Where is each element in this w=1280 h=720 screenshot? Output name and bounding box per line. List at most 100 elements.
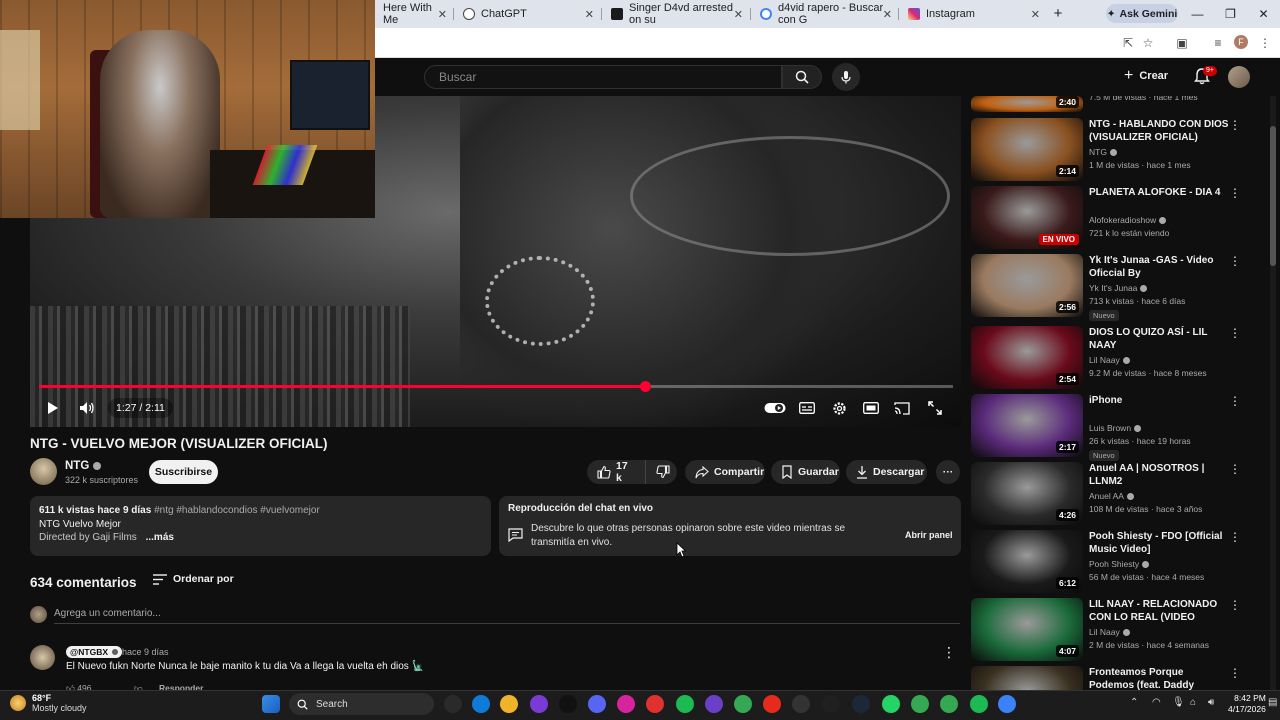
video-thumbnail[interactable]: 4:07 (971, 598, 1083, 661)
tab-chatgpt[interactable]: ChatGPT ✕ (455, 4, 600, 24)
more-options-icon[interactable]: ⋮ (1229, 326, 1241, 340)
create-button[interactable]: + Crear (1124, 65, 1176, 87)
file-explorer-task-icon[interactable] (444, 695, 462, 713)
adobe-icon[interactable] (763, 695, 781, 713)
related-video-title[interactable]: PLANETA ALOFOKE - DIA 4 (1089, 186, 1229, 199)
download-button[interactable]: Descargar (846, 460, 927, 484)
notification-center-icon[interactable]: ▤ (1268, 697, 1277, 708)
like-button[interactable]: 17 k (587, 460, 645, 484)
related-video-title[interactable]: Yk It's Junaa -GAS - Video Oficcial By @… (1089, 254, 1229, 280)
related-video-channel[interactable]: Luis Brown (1089, 423, 1142, 433)
new-tab-button[interactable]: + (1048, 4, 1068, 24)
start-icon[interactable] (262, 695, 280, 713)
scrollbar[interactable] (1270, 96, 1276, 690)
share-button[interactable]: Compartir (685, 460, 765, 484)
related-video-item[interactable]: 2:14 NTG - HABLANDO CON DIOS (VISUALIZER … (971, 118, 1251, 182)
voice-search-button[interactable] (832, 63, 860, 91)
capcut-icon[interactable] (822, 695, 840, 713)
related-video-title[interactable]: Pooh Shiesty - FDO [Official Music Video… (1089, 530, 1229, 556)
instagram-app-icon[interactable] (617, 695, 635, 713)
video-thumbnail[interactable]: 2:56 (971, 254, 1083, 317)
related-video-channel[interactable]: Alofokeradioshow (1089, 215, 1167, 225)
close-icon[interactable]: ✕ (883, 8, 892, 21)
video-thumbnail[interactable]: 4:26 (971, 462, 1083, 525)
play-button[interactable] (41, 398, 63, 418)
show-more-link[interactable]: ...más (146, 532, 174, 543)
open-panel-button[interactable]: Abrir panel (898, 527, 960, 543)
more-options-icon[interactable]: ⋮ (1229, 598, 1241, 612)
speaker-icon[interactable]: 🔊︎ (1208, 697, 1214, 708)
taskbar-clock[interactable]: 8:42 PM 4/17/2026 (1228, 693, 1266, 715)
network-icon[interactable]: ⌂ (1190, 697, 1196, 708)
close-icon[interactable]: ✕ (1031, 8, 1040, 21)
channel-avatar[interactable] (30, 458, 57, 485)
more-options-icon[interactable]: ⋮ (1229, 254, 1241, 268)
more-options-icon[interactable]: ⋮ (1229, 394, 1241, 408)
related-video-item[interactable]: EN VIVO PLANETA ALOFOKE - DIA 4 Alofokerad… (971, 186, 1251, 250)
close-icon[interactable]: ✕ (734, 8, 743, 21)
more-actions-button[interactable]: ··· (936, 460, 960, 484)
microphone-tray-icon[interactable]: 🎙︎ (1172, 697, 1185, 708)
theater-mode-button[interactable] (861, 398, 881, 418)
chrome-active-icon[interactable] (940, 695, 958, 713)
subtitles-button[interactable] (797, 398, 817, 418)
tab-here-with-me[interactable]: Here With Me ✕ (375, 2, 453, 26)
discord-icon[interactable] (588, 695, 606, 713)
bookmark-star-icon[interactable]: ☆ (1139, 34, 1157, 52)
volume-button[interactable] (76, 398, 98, 418)
progress-scrubber-handle[interactable] (639, 381, 651, 392)
related-video-item[interactable]: 2:40 7.5 M de vistas · hace 1 mes (971, 96, 1251, 112)
comment-author-avatar[interactable] (30, 645, 55, 670)
cast-button[interactable] (892, 398, 912, 418)
chrome-profile-icon[interactable] (911, 695, 929, 713)
more-options-icon[interactable]: ⋮ (1229, 530, 1241, 544)
related-video-title[interactable]: DIOS LO QUIZO ASÍ - LIL NAAY (1089, 326, 1229, 352)
app-icon[interactable] (530, 695, 548, 713)
related-video-channel[interactable]: NTG (1089, 147, 1117, 157)
tab-google-search[interactable]: d4vid rapero - Buscar con G ✕ (752, 2, 898, 26)
close-window-icon[interactable]: ✕ (1247, 0, 1280, 28)
install-app-icon[interactable]: ⇱ (1119, 34, 1137, 52)
folder-icon[interactable] (500, 695, 518, 713)
weather-widget[interactable]: 68°F Mostly cloudy (10, 693, 87, 713)
progress-bar[interactable] (39, 381, 953, 392)
settings-button[interactable] (829, 398, 849, 418)
search-input[interactable]: Buscar (424, 65, 782, 89)
video-thumbnail[interactable]: 2:14 (971, 118, 1083, 181)
comment-author-handle[interactable]: @NTGBX (66, 646, 123, 658)
related-video-channel[interactable]: Anuel AA (1089, 491, 1134, 501)
tray-chevron-icon[interactable]: ⌃ (1130, 697, 1138, 708)
more-options-icon[interactable]: ⋮ (1229, 462, 1241, 476)
subscribe-button[interactable]: Suscribirse (149, 460, 218, 484)
related-video-title[interactable]: Anuel AA | NOSOTROS | LLNM2 (1089, 462, 1229, 488)
extensions-icon[interactable]: ▣ (1173, 34, 1191, 52)
add-comment-input[interactable]: Agrega un comentario... (54, 606, 960, 624)
save-button[interactable]: Guardar (771, 460, 840, 484)
tab-instagram[interactable]: Instagram ✕ (900, 4, 1046, 24)
related-video-title[interactable]: Fronteamos Porque Podemos (feat. Daddy Y… (1089, 666, 1229, 692)
chrome-icon[interactable] (734, 695, 752, 713)
restore-icon[interactable]: ❐ (1214, 0, 1247, 28)
video-thumbnail[interactable]: 6:12 (971, 530, 1083, 593)
scrollbar-thumb[interactable] (1270, 126, 1276, 266)
related-video-channel[interactable]: Yk It's Junaa (1089, 283, 1148, 293)
dislike-button[interactable] (645, 460, 677, 484)
video-thumbnail[interactable]: 2:17 (971, 394, 1083, 457)
app-grid-icon[interactable] (705, 695, 723, 713)
youtube-app-icon[interactable] (646, 695, 664, 713)
close-icon[interactable]: ✕ (585, 8, 594, 21)
related-video-item[interactable]: 2:56 Yk It's Junaa -GAS - Video Oficcial … (971, 254, 1251, 321)
spotify-icon[interactable] (676, 695, 694, 713)
channel-name[interactable]: NTG (65, 460, 102, 472)
profile-avatar[interactable]: F (1234, 35, 1248, 49)
related-video-title[interactable]: LIL NAAY - RELACIONADO CON LO REAL (VIDE… (1089, 598, 1229, 624)
more-options-icon[interactable]: ⋮ (1229, 666, 1241, 680)
media-icon[interactable]: ≡ (1209, 34, 1227, 52)
search-button[interactable] (782, 65, 822, 89)
related-video-channel[interactable]: Lil Naay (1089, 627, 1130, 637)
related-video-item[interactable]: 6:12 Pooh Shiesty - FDO [Official Music V… (971, 530, 1251, 594)
wifi-icon[interactable]: ◠ (1152, 697, 1161, 708)
related-video-title[interactable]: iPhone (1089, 394, 1229, 407)
related-video-channel[interactable]: Lil Naay (1089, 355, 1130, 365)
ask-gemini-button[interactable]: ✦ Ask Gemini (1106, 4, 1178, 23)
